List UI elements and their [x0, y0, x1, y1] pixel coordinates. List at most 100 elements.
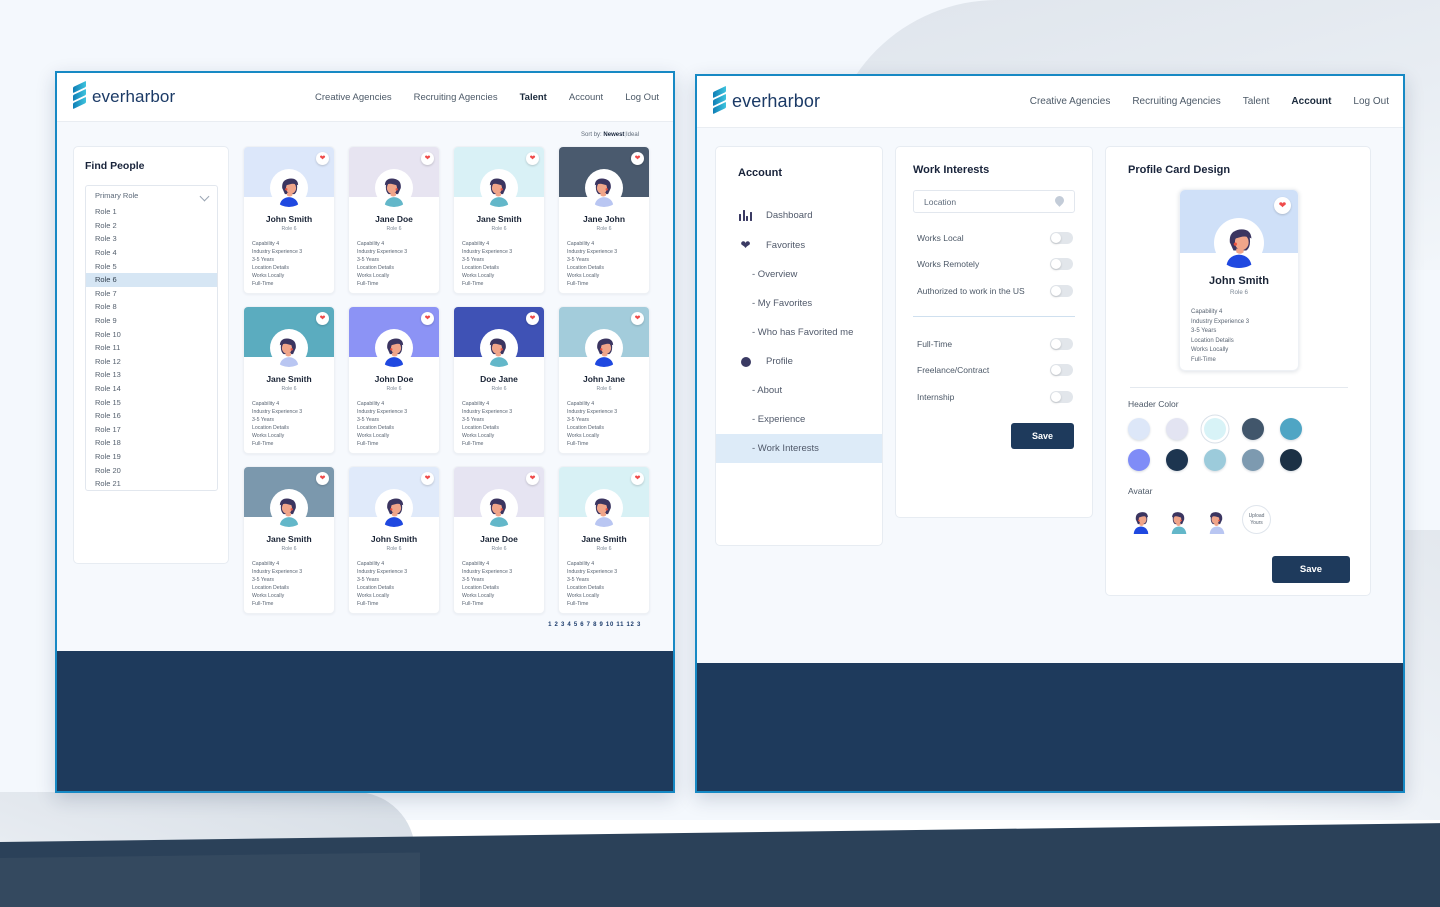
- role-option[interactable]: Role 8: [86, 300, 217, 314]
- nav-link-log-out[interactable]: Log Out: [1353, 96, 1389, 107]
- work-interests-save-button[interactable]: Save: [1011, 422, 1074, 449]
- role-option[interactable]: Role 19: [86, 450, 217, 464]
- avatar-option[interactable]: [1166, 506, 1192, 534]
- page-link[interactable]: 12: [627, 622, 635, 628]
- talent-card[interactable]: ❤ Jane John Role 6 Capability 4 Industry Exp…: [558, 146, 650, 294]
- page-link[interactable]: 2: [555, 622, 559, 628]
- nav-link-log-out[interactable]: Log Out: [625, 92, 659, 103]
- sidebar-item-experience[interactable]: - Experience: [716, 405, 882, 434]
- card-design-save-button[interactable]: Save: [1272, 556, 1350, 583]
- role-option[interactable]: Role 16: [86, 409, 217, 423]
- toggle-switch[interactable]: [1050, 232, 1073, 245]
- upload-avatar-button[interactable]: Upload Yours: [1242, 505, 1271, 534]
- role-option[interactable]: Role 13: [86, 368, 217, 382]
- role-option[interactable]: Role 14: [86, 382, 217, 396]
- toggle-switch[interactable]: [1050, 390, 1073, 403]
- primary-role-option-list[interactable]: Role 1 Role 2 Role 3 Role 4 Role 5 Role 6 Role…: [86, 205, 217, 490]
- header-color-swatch[interactable]: [1280, 449, 1302, 471]
- role-option[interactable]: Role 6: [86, 272, 217, 287]
- heart-icon[interactable]: ❤: [1274, 197, 1291, 214]
- page-link[interactable]: 1: [548, 622, 552, 628]
- heart-icon[interactable]: ❤: [631, 312, 644, 325]
- brand[interactable]: everharbor: [713, 85, 820, 115]
- page-link[interactable]: 9: [600, 622, 604, 628]
- role-option[interactable]: Role 12: [86, 355, 217, 369]
- page-link[interactable]: 11: [616, 622, 624, 628]
- sidebar-item-who-has-favorited-me[interactable]: - Who has Favorited me: [716, 318, 882, 347]
- nav-link-creative-agencies[interactable]: Creative Agencies: [1030, 96, 1111, 107]
- sort-active-option[interactable]: Newest: [603, 132, 624, 138]
- sidebar-item-profile[interactable]: Profile: [716, 347, 882, 376]
- heart-icon[interactable]: ❤: [526, 152, 539, 165]
- role-option[interactable]: Role 20: [86, 463, 217, 477]
- toggle-switch[interactable]: [1050, 338, 1073, 351]
- location-input[interactable]: Location: [913, 190, 1075, 213]
- page-link[interactable]: 5: [574, 622, 578, 628]
- sidebar-item-overview[interactable]: - Overview: [716, 260, 882, 289]
- role-option[interactable]: Role 3: [86, 232, 217, 246]
- avatar-option[interactable]: [1128, 506, 1154, 534]
- nav-link-account[interactable]: Account: [569, 92, 603, 103]
- heart-icon[interactable]: ❤: [316, 312, 329, 325]
- header-color-swatch[interactable]: [1128, 449, 1150, 471]
- role-option[interactable]: Role 7: [86, 287, 217, 301]
- heart-icon[interactable]: ❤: [421, 472, 434, 485]
- nav-link-creative-agencies[interactable]: Creative Agencies: [315, 92, 392, 103]
- talent-card[interactable]: ❤ John Doe Role 6 Capability 4 Industry Expe…: [348, 306, 440, 454]
- talent-card[interactable]: ❤ Jane Doe Role 6 Capability 4 Industry Expe…: [348, 146, 440, 294]
- talent-card[interactable]: ❤ Doe Jane Role 6 Capability 4 Industry Expe…: [453, 306, 545, 454]
- header-color-swatch[interactable]: [1166, 449, 1188, 471]
- role-option[interactable]: Role 18: [86, 436, 217, 450]
- talent-card[interactable]: ❤ John Smith Role 6 Capability 4 Industry Ex…: [243, 146, 335, 294]
- role-option[interactable]: Role 10: [86, 327, 217, 341]
- heart-icon[interactable]: ❤: [631, 472, 644, 485]
- sidebar-item-work-interests[interactable]: - Work Interests: [716, 434, 882, 463]
- page-link[interactable]: 3: [561, 622, 565, 628]
- primary-role-select-head[interactable]: Primary Role: [86, 186, 217, 205]
- page-link[interactable]: 8: [593, 622, 597, 628]
- toggle-switch[interactable]: [1050, 258, 1073, 271]
- heart-icon[interactable]: ❤: [421, 152, 434, 165]
- pagination[interactable]: 1 2 3 4 5 6 7 8 9 10 11 12 3: [243, 614, 659, 628]
- avatar-option[interactable]: [1204, 506, 1230, 534]
- header-color-swatch[interactable]: [1166, 418, 1188, 440]
- role-option[interactable]: Role 9: [86, 314, 217, 328]
- page-link[interactable]: 10: [606, 622, 614, 628]
- talent-card[interactable]: ❤ Jane Smith Role 6 Capability 4 Industry Ex…: [243, 306, 335, 454]
- toggle-switch[interactable]: [1050, 284, 1073, 297]
- talent-card[interactable]: ❤ Jane Smith Role 6 Capability 4 Industry Ex…: [558, 466, 650, 614]
- sidebar-item-dashboard[interactable]: Dashboard: [716, 201, 882, 230]
- role-option[interactable]: Role 1: [86, 205, 217, 219]
- nav-link-talent[interactable]: Talent: [520, 92, 547, 103]
- heart-icon[interactable]: ❤: [526, 312, 539, 325]
- heart-icon[interactable]: ❤: [421, 312, 434, 325]
- sidebar-item-about[interactable]: - About: [716, 376, 882, 405]
- page-link[interactable]: 6: [580, 622, 584, 628]
- talent-card[interactable]: ❤ Jane Doe Role 6 Capability 4 Industry Expe…: [453, 466, 545, 614]
- sort-other-option[interactable]: Ideal: [626, 132, 639, 138]
- role-option[interactable]: Role 2: [86, 219, 217, 233]
- primary-role-select[interactable]: Primary Role Role 1 Role 2 Role 3 Role 4 Rol…: [85, 185, 218, 492]
- toggle-switch[interactable]: [1050, 364, 1073, 377]
- role-option[interactable]: Role 5: [86, 259, 217, 273]
- brand[interactable]: everharbor: [73, 80, 175, 110]
- talent-card[interactable]: ❤ Jane Smith Role 6 Capability 4 Industry Ex…: [243, 466, 335, 614]
- header-color-swatch[interactable]: [1128, 418, 1150, 440]
- role-option[interactable]: Role 4: [86, 246, 217, 260]
- heart-icon[interactable]: ❤: [316, 152, 329, 165]
- nav-link-talent[interactable]: Talent: [1243, 96, 1270, 107]
- header-color-swatch[interactable]: [1242, 449, 1264, 471]
- heart-icon[interactable]: ❤: [316, 472, 329, 485]
- role-option[interactable]: Role 21: [86, 477, 217, 491]
- talent-card[interactable]: ❤ Jane Smith Role 6 Capability 4 Industry Ex…: [453, 146, 545, 294]
- sidebar-item-favorites[interactable]: ❤ Favorites: [716, 230, 882, 260]
- role-option[interactable]: Role 17: [86, 423, 217, 437]
- header-color-swatch[interactable]: [1204, 449, 1226, 471]
- page-link[interactable]: 3: [637, 622, 641, 628]
- nav-link-account[interactable]: Account: [1291, 96, 1331, 107]
- sidebar-item-my-favorites[interactable]: - My Favorites: [716, 289, 882, 318]
- heart-icon[interactable]: ❤: [526, 472, 539, 485]
- talent-card[interactable]: ❤ John Jane Role 6 Capability 4 Industry Exp…: [558, 306, 650, 454]
- header-color-swatch[interactable]: [1280, 418, 1302, 440]
- nav-link-recruiting-agencies[interactable]: Recruiting Agencies: [1132, 96, 1220, 107]
